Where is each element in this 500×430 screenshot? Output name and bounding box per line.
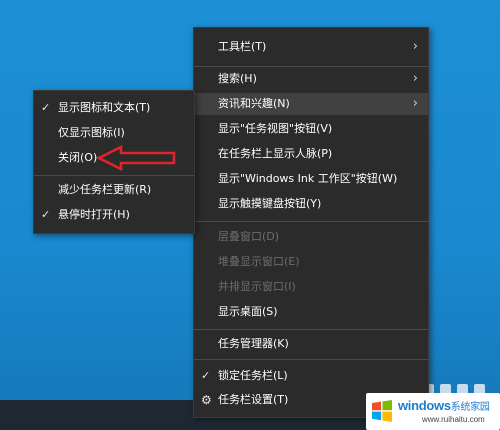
chevron-right-icon: › xyxy=(412,96,418,111)
menu-item-label: 显示"任务视图"按钮(V) xyxy=(218,122,333,135)
menu-item-lock-taskbar[interactable]: ✓ 锁定任务栏(L) xyxy=(194,365,428,387)
menu-item-label: 工具栏(T) xyxy=(218,40,267,53)
menu-item-label: 悬停时打开(H) xyxy=(58,208,130,221)
watermark-brand: windows xyxy=(398,398,451,413)
menu-separator xyxy=(194,359,428,360)
chevron-right-icon: › xyxy=(412,71,418,86)
menu-item-windows-ink-button[interactable]: 显示"Windows Ink 工作区"按钮(W) xyxy=(194,168,428,190)
menu-item-label: 减少任务栏更新(R) xyxy=(58,183,152,196)
menu-item-label: 任务栏设置(T) xyxy=(218,393,289,406)
chevron-right-icon: › xyxy=(412,39,418,54)
menu-item-toolbars[interactable]: 工具栏(T) › xyxy=(194,36,428,58)
menu-item-side-by-side: 并排显示窗口(I) xyxy=(194,276,428,298)
menu-item-label: 资讯和兴趣(N) xyxy=(218,97,290,110)
check-icon: ✓ xyxy=(41,101,51,114)
menu-item-touch-keyboard-button[interactable]: 显示触摸键盘按钮(Y) xyxy=(194,193,428,215)
menu-item-label: 显示触摸键盘按钮(Y) xyxy=(218,197,322,210)
menu-separator xyxy=(194,221,428,222)
menu-item-label: 层叠窗口(D) xyxy=(218,230,280,243)
menu-item-label: 并排显示窗口(I) xyxy=(218,280,296,293)
menu-item-stack-windows: 堆叠显示窗口(E) xyxy=(194,251,428,273)
submenu-item-icon-and-text[interactable]: ✓ 显示图标和文本(T) xyxy=(34,97,194,119)
taskbar-context-menu: 工具栏(T) › 搜索(H) › 资讯和兴趣(N) › 显示"任务视图"按钮(V… xyxy=(193,27,429,418)
menu-item-label: 任务管理器(K) xyxy=(218,337,289,350)
menu-item-cascade-windows: 层叠窗口(D) xyxy=(194,226,428,248)
watermark-url: www.ruihaitu.com xyxy=(422,415,485,424)
submenu-item-open-on-hover[interactable]: ✓ 悬停时打开(H) xyxy=(34,204,194,226)
menu-item-label: 显示图标和文本(T) xyxy=(58,101,151,114)
windows-logo-icon xyxy=(372,400,392,422)
menu-item-show-desktop[interactable]: 显示桌面(S) xyxy=(194,301,428,323)
menu-item-label: 关闭(O) xyxy=(58,151,98,164)
submenu-item-reduce-updates[interactable]: 减少任务栏更新(R) xyxy=(34,179,194,201)
menu-item-task-view-button[interactable]: 显示"任务视图"按钮(V) xyxy=(194,118,428,140)
annotation-arrow-icon xyxy=(97,145,176,171)
menu-item-label: 显示桌面(S) xyxy=(218,305,278,318)
watermark-suffix: 系统家园 xyxy=(450,402,490,413)
menu-item-label: 搜索(H) xyxy=(218,72,257,85)
check-icon: ✓ xyxy=(201,369,211,382)
menu-item-show-people[interactable]: 在任务栏上显示人脉(P) xyxy=(194,143,428,165)
menu-item-news-and-interests[interactable]: 资讯和兴趣(N) › xyxy=(194,93,428,115)
menu-separator xyxy=(194,66,428,67)
menu-separator xyxy=(194,329,428,330)
menu-item-label: 堆叠显示窗口(E) xyxy=(218,255,300,268)
menu-item-label: 仅显示图标(I) xyxy=(58,126,125,139)
menu-separator xyxy=(34,175,194,176)
menu-item-label: 显示"Windows Ink 工作区"按钮(W) xyxy=(218,172,398,185)
menu-item-search[interactable]: 搜索(H) › xyxy=(194,68,428,90)
watermark-title: windows系统家园 xyxy=(398,398,490,413)
menu-item-label: 锁定任务栏(L) xyxy=(218,369,288,382)
menu-item-task-manager[interactable]: 任务管理器(K) xyxy=(194,333,428,355)
watermark: windows系统家园 www.ruihaitu.com xyxy=(366,393,500,430)
submenu-item-icon-only[interactable]: 仅显示图标(I) xyxy=(34,122,194,144)
check-icon: ✓ xyxy=(41,208,51,221)
menu-item-label: 在任务栏上显示人脉(P) xyxy=(218,147,333,160)
gear-icon: ⚙ xyxy=(201,393,212,407)
